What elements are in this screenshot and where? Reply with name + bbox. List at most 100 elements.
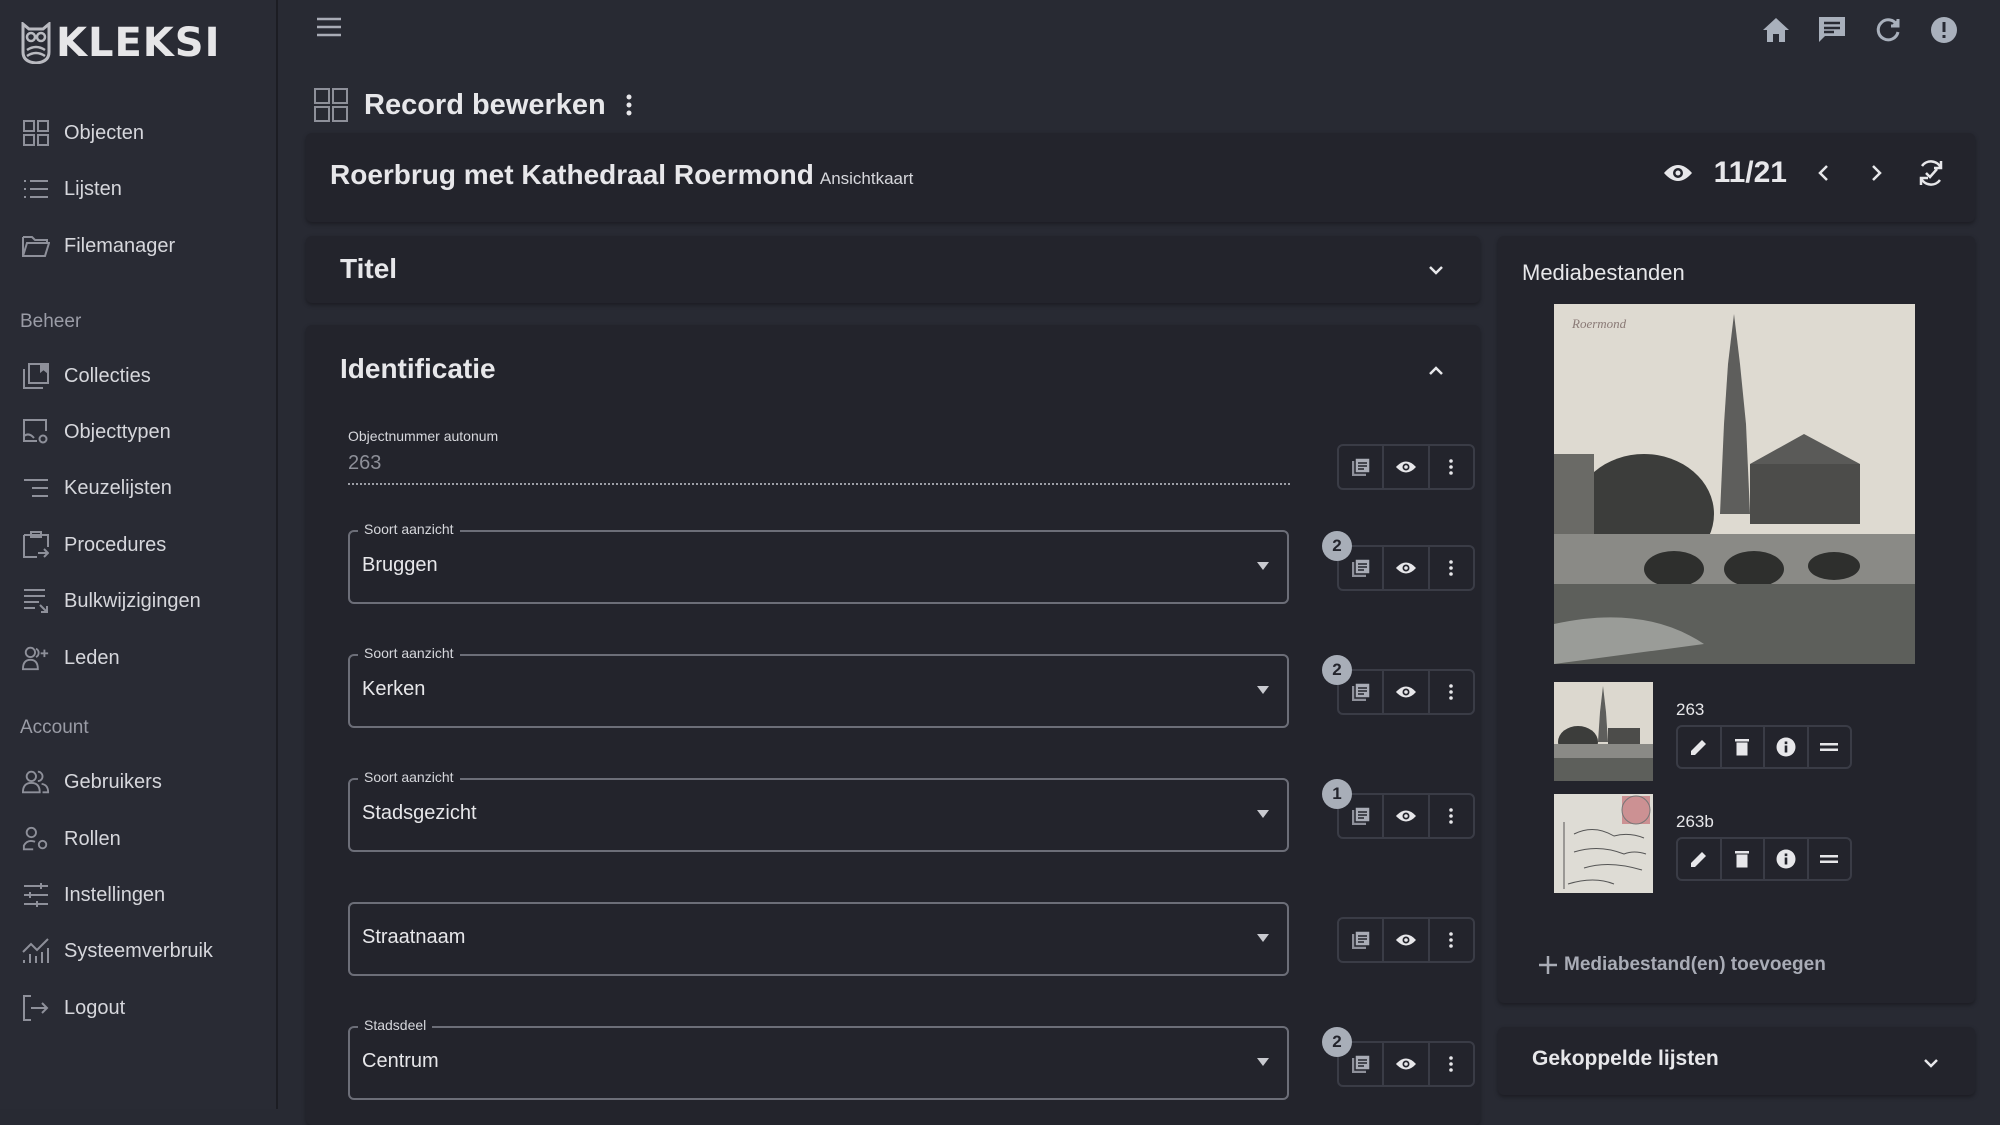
sidebar-item-systeemverbruik[interactable]: Systeemverbruik xyxy=(22,937,213,965)
expand-section-button[interactable] xyxy=(1422,256,1450,284)
sidebar-item-objecttypen[interactable]: Objecttypen xyxy=(22,418,171,446)
sidebar-item-gebruikers[interactable]: Gebruikers xyxy=(22,768,162,796)
main-content: Record bewerken Roerbrug met Kathedraal … xyxy=(280,0,2000,1109)
alert-button[interactable] xyxy=(1928,14,1960,46)
more-vertical-icon xyxy=(1449,684,1453,700)
record-title: Roerbrug met Kathedraal Roermond Ansichtk… xyxy=(330,159,913,191)
postcard-photo: Roermond xyxy=(1554,304,1915,664)
expand-linked-lists-button[interactable] xyxy=(1917,1049,1945,1077)
sidebar-item-leden[interactable]: Leden xyxy=(22,644,120,672)
grid-icon xyxy=(22,119,50,147)
roles-icon xyxy=(22,825,50,853)
logo[interactable]: KLEKSI xyxy=(20,20,221,66)
select-field[interactable]: Soort aanzichtBruggen xyxy=(348,530,1289,604)
delete-media-button[interactable] xyxy=(1722,727,1766,767)
edit-media-button[interactable] xyxy=(1678,727,1722,767)
history-button[interactable] xyxy=(1339,919,1384,961)
sidebar-item-instellingen[interactable]: Instellingen xyxy=(22,881,165,909)
field-actions xyxy=(1337,444,1475,490)
sidebar-item-label: Objecten xyxy=(64,122,144,145)
menu-toggle-button[interactable] xyxy=(316,16,346,42)
media-thumbnail[interactable] xyxy=(1554,682,1653,781)
collapse-section-button[interactable] xyxy=(1422,357,1450,385)
sidebar-item-objecten[interactable]: Objecten xyxy=(22,119,144,147)
field-options-button[interactable] xyxy=(1430,547,1473,589)
visibility-button[interactable] xyxy=(1384,446,1429,488)
field-options-button[interactable] xyxy=(1430,446,1473,488)
sidebar-item-keuzelijsten[interactable]: Keuzelijsten xyxy=(22,474,172,502)
media-info-button[interactable] xyxy=(1765,727,1809,767)
visibility-button[interactable] xyxy=(1384,795,1429,837)
sidebar-item-logout[interactable]: Logout xyxy=(22,994,125,1022)
chat-button[interactable] xyxy=(1816,14,1848,46)
add-media-button[interactable]: Mediabestand(en) toevoegen xyxy=(1538,954,1826,976)
record-title-text: Roerbrug met Kathedraal Roermond xyxy=(330,159,814,190)
media-thumbnail[interactable] xyxy=(1554,794,1653,893)
refresh-button[interactable] xyxy=(1872,14,1904,46)
copy-doc-icon xyxy=(1351,682,1371,702)
field-options-button[interactable] xyxy=(1430,919,1473,961)
delete-media-button[interactable] xyxy=(1722,839,1766,879)
sidebar-item-filemanager[interactable]: Filemanager xyxy=(22,232,175,260)
visibility-button[interactable] xyxy=(1384,1043,1429,1085)
drag-media-handle[interactable] xyxy=(1809,839,1851,879)
field-options-button[interactable] xyxy=(1430,795,1473,837)
pencil-icon xyxy=(1690,850,1708,868)
count-badge: 1 xyxy=(1322,779,1352,809)
record-type: Ansichtkaart xyxy=(820,169,914,188)
sidebar-item-collecties[interactable]: Collecties xyxy=(22,362,151,390)
add-media-label: Mediabestand(en) toevoegen xyxy=(1564,954,1826,976)
thumbnail-photo xyxy=(1554,682,1653,781)
field-options-button[interactable] xyxy=(1430,1043,1473,1085)
sidebar-item-rollen[interactable]: Rollen xyxy=(22,825,121,853)
folder-icon xyxy=(22,232,50,260)
drag-media-handle[interactable] xyxy=(1809,727,1851,767)
logout-icon xyxy=(22,994,50,1022)
sidebar-item-label: Procedures xyxy=(64,534,166,557)
sidebar-item-label: Rollen xyxy=(64,828,121,851)
home-button[interactable] xyxy=(1760,14,1792,46)
preview-button[interactable] xyxy=(1660,155,1696,191)
sidebar-item-label: Filemanager xyxy=(64,235,175,258)
selected-value: Bruggen xyxy=(362,554,438,577)
top-toolbar xyxy=(1760,14,1960,46)
select-field[interactable]: Soort aanzichtStadsgezicht xyxy=(348,778,1289,852)
media-panel-title: Mediabestanden xyxy=(1522,260,1685,286)
main-media-image[interactable]: Roermond xyxy=(1554,304,1915,664)
media-info-button[interactable] xyxy=(1765,839,1809,879)
history-button[interactable] xyxy=(1339,446,1384,488)
field-label: Objectnummer autonum xyxy=(348,428,1290,444)
edit-media-button[interactable] xyxy=(1678,839,1722,879)
select-field[interactable]: StadsdeelCentrum xyxy=(348,1026,1289,1100)
visibility-button[interactable] xyxy=(1384,671,1429,713)
object-type-icon xyxy=(22,418,50,446)
logo-text: KLEKSI xyxy=(56,20,221,66)
previous-record-button[interactable] xyxy=(1805,155,1841,191)
visibility-button[interactable] xyxy=(1384,547,1429,589)
sidebar-item-procedures[interactable]: Procedures xyxy=(22,531,166,559)
sidebar-item-bulkwijzigingen[interactable]: Bulkwijzigingen xyxy=(22,587,201,615)
next-record-button[interactable] xyxy=(1859,155,1895,191)
media-panel: Mediabestanden Roermond xyxy=(1498,236,1975,1003)
field-options-button[interactable] xyxy=(1430,671,1473,713)
objectnummer-field[interactable]: Objectnummer autonum 263 xyxy=(348,428,1290,485)
sidebar-item-label: Instellingen xyxy=(64,884,165,907)
page-header: Record bewerken xyxy=(314,88,636,122)
eye-icon xyxy=(1395,561,1417,575)
more-vertical-icon xyxy=(1449,932,1453,948)
page-title: Record bewerken xyxy=(364,89,606,122)
chevron-left-icon xyxy=(1817,164,1829,182)
info-icon xyxy=(1776,849,1796,869)
trash-icon xyxy=(1735,850,1749,868)
sync-button[interactable] xyxy=(1913,155,1949,191)
visibility-button[interactable] xyxy=(1384,919,1429,961)
page-options-button[interactable] xyxy=(622,90,636,120)
field-label: Soort aanzicht xyxy=(358,769,460,785)
select-field[interactable]: Straatnaam xyxy=(348,902,1289,976)
media-name: 263 xyxy=(1676,700,1704,720)
section-label-beheer: Beheer xyxy=(20,311,81,333)
add-member-icon xyxy=(22,644,50,672)
dropdown-caret-icon xyxy=(1257,686,1269,694)
select-field[interactable]: Soort aanzichtKerken xyxy=(348,654,1289,728)
sidebar-item-lijsten[interactable]: Lijsten xyxy=(22,175,122,203)
